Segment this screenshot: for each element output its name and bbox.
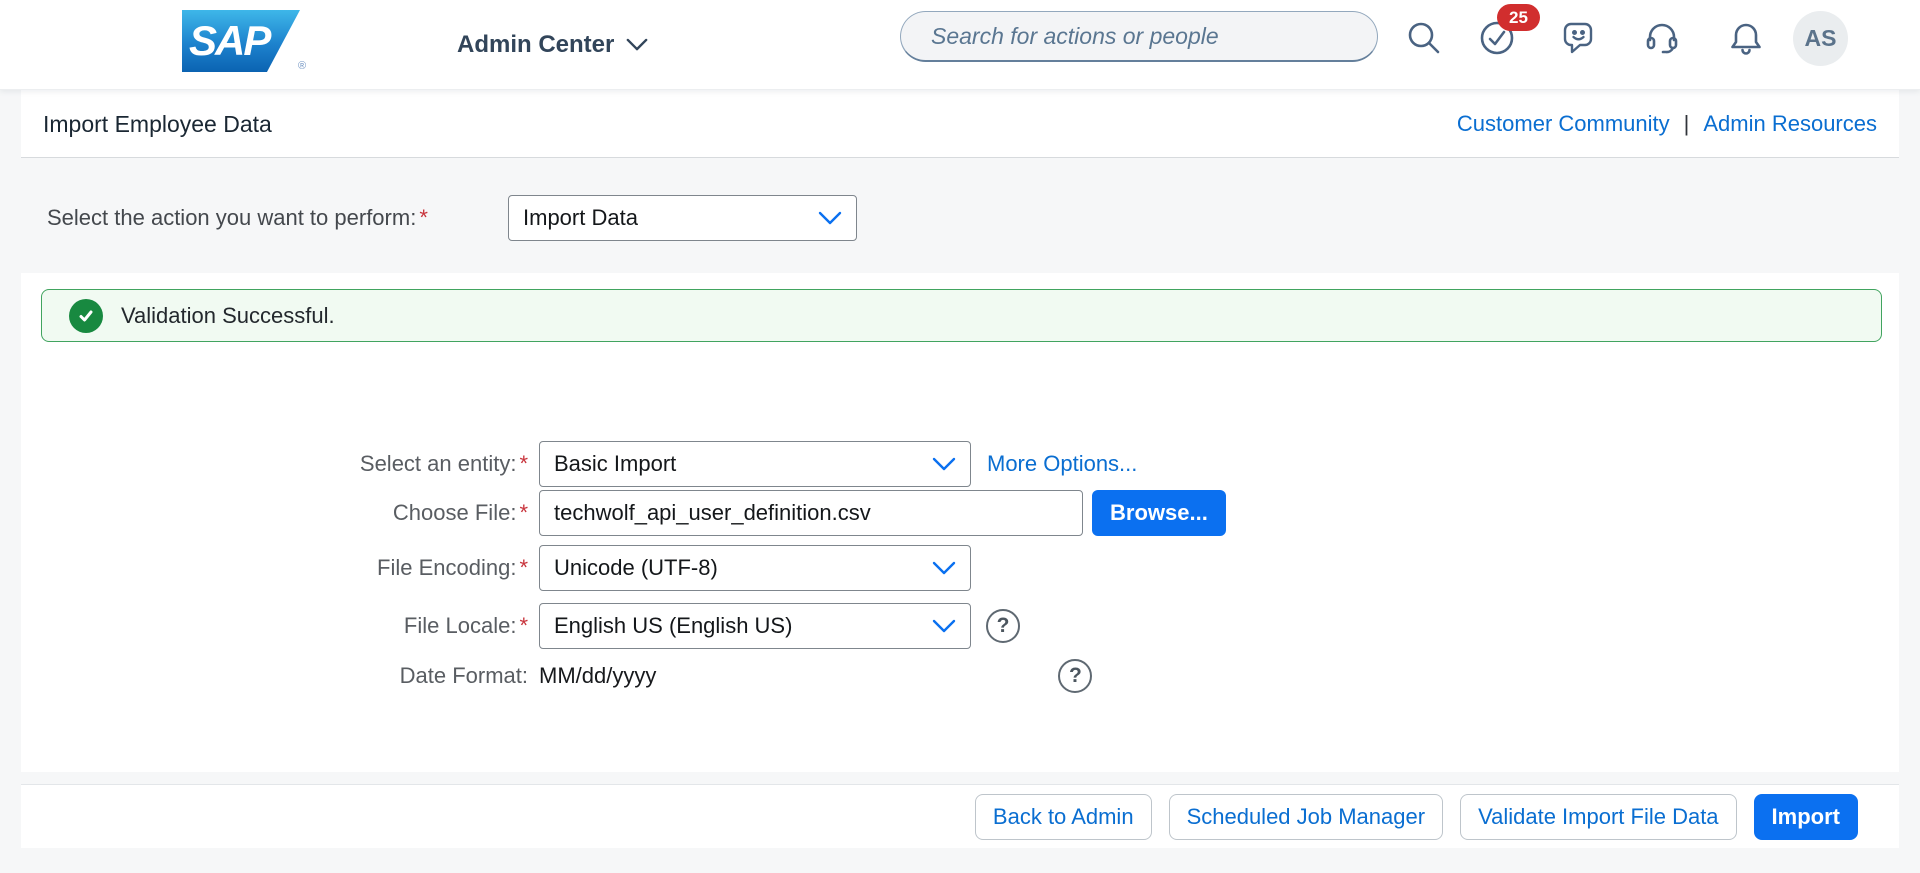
link-separator: | <box>1683 111 1690 136</box>
title-bar: Import Employee Data Customer Community … <box>21 90 1899 158</box>
banner-message: Validation Successful. <box>121 302 335 328</box>
scheduled-job-manager-button[interactable]: Scheduled Job Manager <box>1168 793 1444 840</box>
chevron-down-icon <box>932 619 956 632</box>
browse-button[interactable]: Browse... <box>1092 490 1226 536</box>
sap-logo[interactable]: SAP <box>182 10 300 72</box>
feedback-button[interactable] <box>1560 19 1598 57</box>
file-encoding-select-value: Unicode (UTF-8) <box>554 555 718 580</box>
action-select-value: Import Data <box>523 205 638 230</box>
import-button[interactable]: Import <box>1753 793 1858 840</box>
field-label: Select an entity: * <box>359 451 528 476</box>
action-label: Select the action you want to perform: * <box>47 205 428 230</box>
help-icon[interactable]: ? <box>986 609 1020 643</box>
page-title: Import Employee Data <box>43 110 272 137</box>
admin-center-label: Admin Center <box>457 31 615 58</box>
success-banner: Validation Successful. <box>41 289 1882 342</box>
content-card: Validation Successful. Select an entity:… <box>21 273 1899 772</box>
support-button[interactable] <box>1643 19 1681 57</box>
file-locale-row: File Locale: * English US (English US) ? <box>21 603 1020 649</box>
required-asterisk: * <box>519 451 528 476</box>
success-check-icon <box>69 298 103 333</box>
field-label: Date Format: <box>399 663 528 688</box>
search-icon <box>1405 22 1443 60</box>
chat-smiley-icon <box>1560 22 1598 60</box>
sap-logo-text: SAP <box>189 17 271 64</box>
admin-resources-link[interactable]: Admin Resources <box>1703 111 1877 137</box>
back-to-admin-button[interactable]: Back to Admin <box>974 793 1152 840</box>
chevron-down-icon <box>932 561 956 574</box>
avatar[interactable]: AS <box>1793 11 1848 66</box>
field-label: File Locale: * <box>403 613 528 638</box>
date-format-value: MM/dd/yyyy <box>539 663 657 688</box>
customer-community-link[interactable]: Customer Community <box>1457 111 1670 137</box>
chevron-down-icon <box>818 211 842 224</box>
footer-bar: Back to Admin Scheduled Job Manager Vali… <box>21 784 1899 848</box>
search-button[interactable] <box>1405 19 1443 57</box>
search-bar <box>900 11 1378 62</box>
headset-icon <box>1643 23 1681 60</box>
chevron-down-icon <box>626 31 648 59</box>
bell-icon <box>1727 23 1765 60</box>
sap-logo-registered: ® <box>298 60 307 72</box>
file-encoding-row: File Encoding: * Unicode (UTF-8) <box>21 545 971 591</box>
required-asterisk: * <box>519 613 528 638</box>
notifications-button[interactable] <box>1727 19 1765 57</box>
search-input[interactable] <box>901 12 1377 60</box>
top-header: SAP ® Admin Center 25 <box>0 0 1920 90</box>
entity-select[interactable]: Basic Import <box>539 441 971 487</box>
help-icon[interactable]: ? <box>1058 659 1093 693</box>
file-encoding-select[interactable]: Unicode (UTF-8) <box>539 545 971 591</box>
required-asterisk: * <box>519 555 528 580</box>
file-locale-select-value: English US (English US) <box>554 613 793 638</box>
field-label: Choose File: * <box>392 500 528 525</box>
title-bar-links: Customer Community | Admin Resources <box>1457 90 1877 158</box>
chevron-down-icon <box>932 457 956 470</box>
entity-row: Select an entity: * Basic Import More Opt… <box>21 441 1137 487</box>
validate-import-file-data-button[interactable]: Validate Import File Data <box>1460 793 1737 840</box>
file-locale-select[interactable]: English US (English US) <box>539 603 971 649</box>
check-circle-icon <box>1478 21 1516 60</box>
more-options-link[interactable]: More Options... <box>987 451 1137 477</box>
required-asterisk: * <box>519 500 528 525</box>
required-asterisk: * <box>419 205 428 230</box>
action-select[interactable]: Import Data <box>508 195 857 241</box>
admin-center-menu[interactable]: Admin Center <box>457 0 648 90</box>
file-name-input[interactable] <box>539 490 1083 536</box>
choose-file-row: Choose File:* Browse... <box>21 490 1226 536</box>
field-label: File Encoding: * <box>377 555 528 580</box>
date-format-row: Date Format: MM/dd/yyyy ? <box>21 653 1093 699</box>
notification-badge: 25 <box>1497 4 1540 31</box>
entity-select-value: Basic Import <box>554 451 677 476</box>
